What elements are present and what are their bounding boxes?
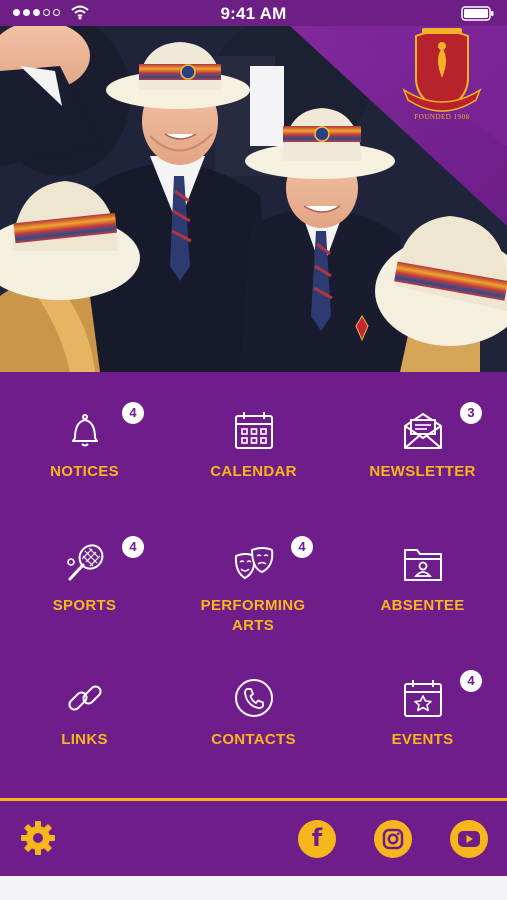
bottom-safe-area [0, 876, 507, 900]
status-time: 9:41 AM [220, 4, 287, 23]
tennis-racket-icon [67, 544, 104, 581]
contacts-label: CONTACTS [211, 731, 296, 748]
menu-tile-newsletter[interactable]: 3 NEWSLETTER [338, 372, 507, 506]
footer-bar: f [0, 801, 507, 876]
youtube-button[interactable] [450, 820, 488, 858]
battery-icon [461, 6, 494, 21]
calendar-star-icon [404, 680, 442, 717]
events-label: EVENTS [391, 731, 454, 748]
hero-photo: FOUNDED 1908 [0, 26, 507, 372]
calendar-label: CALENDAR [210, 463, 297, 480]
folder-person-icon [404, 549, 442, 581]
facebook-icon: f [311, 824, 323, 852]
school-crest-logo [402, 28, 482, 112]
envelope-icon [404, 413, 442, 449]
menu-tile-events[interactable]: 4 EVENTS [338, 640, 507, 774]
instagram-icon [382, 828, 404, 850]
bell-icon [72, 414, 98, 447]
menu-tile-contacts[interactable]: CONTACTS [169, 640, 338, 774]
gear-icon[interactable] [18, 818, 58, 858]
theatre-masks-icon [234, 547, 274, 580]
performing-arts-label: PERFORMING ARTS [200, 597, 306, 634]
performing-arts-badge: 4 [291, 536, 313, 558]
menu-tile-links[interactable]: LINKS [0, 640, 169, 774]
menu-tile-absentee[interactable]: ABSENTEE [338, 506, 507, 640]
sports-label: SPORTS [52, 597, 117, 614]
newsletter-label: NEWSLETTER [369, 463, 476, 480]
status-bar: 9:41 AM [0, 0, 507, 26]
sports-badge: 4 [122, 536, 144, 558]
notices-badge: 4 [122, 402, 144, 424]
students-photo [0, 26, 507, 372]
menu-tile-performing-arts[interactable]: 4 PERFORMING ARTS [169, 506, 338, 640]
main-menu: 4 NOTICES CALENDAR 3 NEWSLETTER 4 SPORTS… [0, 372, 507, 798]
menu-tile-sports[interactable]: 4 SPORTS [0, 506, 169, 640]
events-badge: 4 [460, 670, 482, 692]
newsletter-badge: 3 [460, 402, 482, 424]
facebook-button[interactable]: f [298, 820, 336, 858]
menu-tile-calendar[interactable]: CALENDAR [169, 372, 338, 506]
menu-tile-notices[interactable]: 4 NOTICES [0, 372, 169, 506]
calendar-icon [235, 412, 273, 449]
youtube-icon [458, 831, 480, 847]
absentee-label: ABSENTEE [380, 597, 465, 614]
link-icon [68, 685, 102, 711]
phone-icon [235, 679, 273, 717]
instagram-button[interactable] [374, 820, 412, 858]
founded-caption: FOUNDED 1908 [414, 113, 470, 121]
notices-label: NOTICES [50, 463, 119, 480]
links-label: LINKS [61, 731, 108, 748]
